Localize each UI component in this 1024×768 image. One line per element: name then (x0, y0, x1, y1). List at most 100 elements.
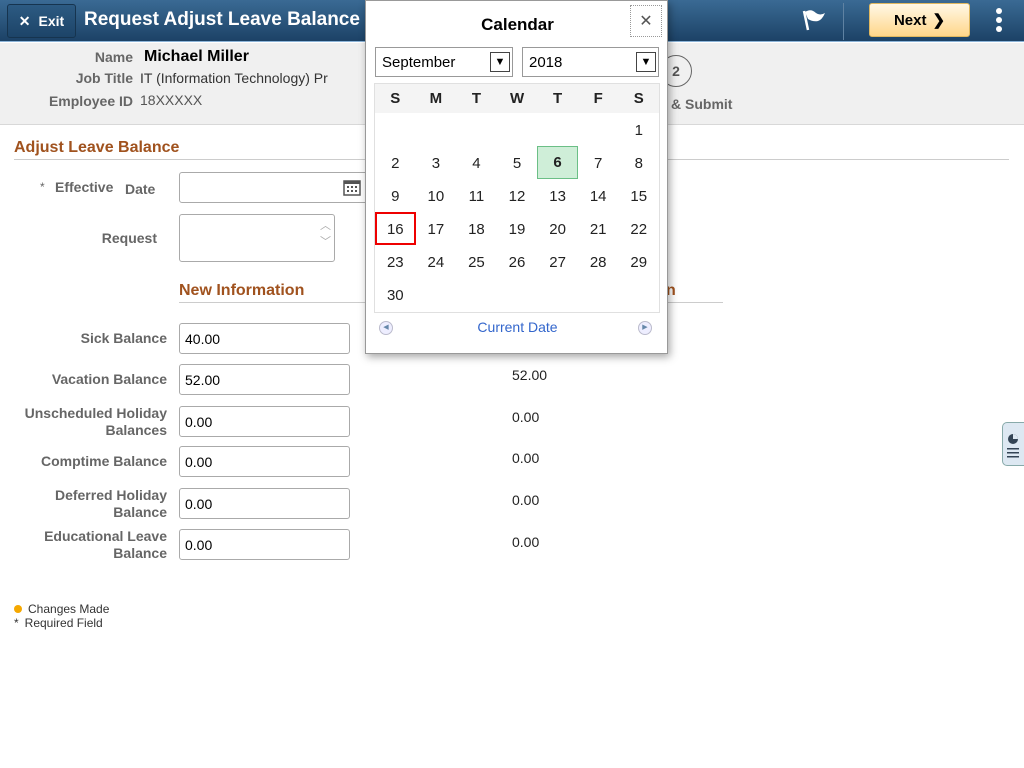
day-of-week: F (593, 90, 603, 107)
calendar-day[interactable]: 16 (375, 212, 416, 245)
calendar-day[interactable]: 20 (537, 212, 578, 245)
calendar-day[interactable]: 23 (375, 245, 416, 278)
calendar-grid: SMTWTFS 1 2 3 4 5 6 7 8 9 10 11 12 13 14 15 16 17 18 19 20 2… (374, 83, 660, 313)
calendar-day[interactable]: 25 (456, 245, 497, 278)
educational-leave-input[interactable]: 0.00 (179, 529, 350, 560)
deferred-holiday-label: Deferred Holiday Balance (54, 487, 167, 520)
calendar-day[interactable]: 26 (497, 245, 538, 278)
calendar-empty (375, 113, 416, 146)
comptime-balance-label: Comptime Balance (40, 453, 167, 469)
calendar-day[interactable]: 2 (375, 146, 416, 179)
calendar-day[interactable]: 19 (497, 212, 538, 245)
calendar-day[interactable]: 11 (456, 179, 497, 212)
effective-date-input[interactable] (179, 172, 369, 203)
effective-label: Effective (55, 179, 114, 195)
deferred-holiday-input[interactable]: 0.00 (179, 488, 350, 519)
changes-dot-icon (14, 605, 22, 613)
days-of-week: SMTWTFS (375, 84, 659, 113)
day-of-week: M (429, 90, 443, 107)
chevron-down-icon: ▼ (636, 52, 656, 72)
calendar-day[interactable]: 1 (618, 113, 659, 146)
required-mark: * (40, 180, 45, 194)
divider (843, 3, 844, 40)
day-of-week: T (553, 90, 563, 107)
day-of-week: S (633, 90, 644, 107)
calendar-day[interactable]: 18 (456, 212, 497, 245)
calendar-popup: Calendar ✕ September ▼ 2018 ▼ SMTWTFS 1234… (365, 0, 668, 354)
close-icon: ✕ (18, 12, 31, 29)
calendar-week: 23 24 25 26 27 28 29 (375, 245, 659, 278)
calendar-empty (537, 278, 578, 311)
side-panel-toggle[interactable] (1002, 422, 1024, 466)
vacation-balance-label: Vacation Balance (51, 371, 167, 387)
employee-id-label: Employee ID (48, 93, 133, 109)
sick-balance-label: Sick Balance (80, 330, 167, 346)
calendar-day[interactable]: 10 (416, 179, 457, 212)
unscheduled-holiday-current: 0.00 (512, 409, 540, 425)
section-title: Adjust Leave Balance (14, 139, 180, 156)
calendar-day[interactable]: 8 (618, 146, 659, 179)
calendar-empty (456, 113, 497, 146)
calendar-day[interactable]: 28 (578, 245, 619, 278)
vacation-balance-current: 52.00 (512, 367, 548, 383)
more-actions-icon[interactable] (994, 8, 1004, 35)
request-textarea[interactable]: ︿ ﹀ (179, 214, 335, 262)
calendar-day[interactable]: 21 (578, 212, 619, 245)
calendar-week: 30 (375, 278, 659, 311)
job-title-label: Job Title (75, 70, 133, 86)
employee-id: 18XXXXX (140, 92, 203, 108)
calendar-day[interactable]: 13 (537, 179, 578, 212)
calendar-day[interactable]: 7 (578, 146, 619, 179)
comptime-balance-input[interactable]: 0.00 (179, 446, 350, 477)
calendar-empty (578, 278, 619, 311)
deferred-holiday-current: 0.00 (512, 492, 540, 508)
calendar-day[interactable]: 14 (578, 179, 619, 212)
calendar-day[interactable]: 17 (416, 212, 457, 245)
employee-name: Michael Miller (144, 48, 249, 65)
calendar-empty (416, 278, 457, 311)
calendar-day[interactable]: 5 (497, 146, 538, 179)
calendar-day[interactable]: 15 (618, 179, 659, 212)
day-of-week: S (390, 90, 401, 107)
calendar-week: 1 (375, 113, 659, 146)
calendar-empty (618, 278, 659, 311)
current-date-link[interactable]: Current Date (366, 319, 669, 335)
unscheduled-holiday-input[interactable]: 0.00 (179, 406, 350, 437)
close-icon: ✕ (639, 13, 653, 30)
scroll-arrows-icon[interactable]: ︿ ﹀ (320, 217, 331, 249)
legend-changes: Changes Made (14, 602, 109, 616)
close-calendar-button[interactable]: ✕ (630, 5, 662, 37)
day-of-week: T (471, 90, 482, 107)
year-select[interactable]: 2018 ▼ (522, 47, 659, 77)
flag-icon[interactable] (800, 8, 826, 32)
next-button[interactable]: Next ❯ (869, 3, 970, 37)
unscheduled-holiday-label: Unscheduled Holiday Balances (24, 405, 167, 438)
comptime-balance-current: 0.00 (512, 450, 540, 466)
calendar-empty (537, 113, 578, 146)
calendar-day[interactable]: 6 (537, 146, 578, 179)
calendar-day[interactable]: 24 (416, 245, 457, 278)
calendar-empty (456, 278, 497, 311)
calendar-day[interactable]: 22 (618, 212, 659, 245)
calendar-week: 9 10 11 12 13 14 15 (375, 179, 659, 212)
exit-button[interactable]: ✕ Exit (7, 4, 76, 38)
vacation-balance-input[interactable]: 52.00 (179, 364, 350, 395)
calendar-empty (497, 278, 538, 311)
educational-leave-current: 0.00 (512, 534, 540, 550)
calendar-week: 16 17 18 19 20 21 22 (375, 212, 659, 245)
calendar-day[interactable]: 30 (375, 278, 416, 311)
calendar-day[interactable]: 12 (497, 179, 538, 212)
calendar-day[interactable]: 3 (416, 146, 457, 179)
calendar-day[interactable]: 9 (375, 179, 416, 212)
calendar-day[interactable]: 27 (537, 245, 578, 278)
request-label: Request (101, 230, 157, 246)
calendar-day[interactable]: 4 (456, 146, 497, 179)
educational-leave-label: Educational Leave Balance (44, 528, 167, 561)
calendar-empty (497, 113, 538, 146)
month-select[interactable]: September ▼ (375, 47, 513, 77)
next-month-icon[interactable]: ▶ (638, 321, 652, 335)
calendar-icon[interactable] (343, 178, 361, 196)
new-information-heading: New Information (179, 282, 305, 299)
sick-balance-input[interactable]: 40.00 (179, 323, 350, 354)
calendar-day[interactable]: 29 (618, 245, 659, 278)
